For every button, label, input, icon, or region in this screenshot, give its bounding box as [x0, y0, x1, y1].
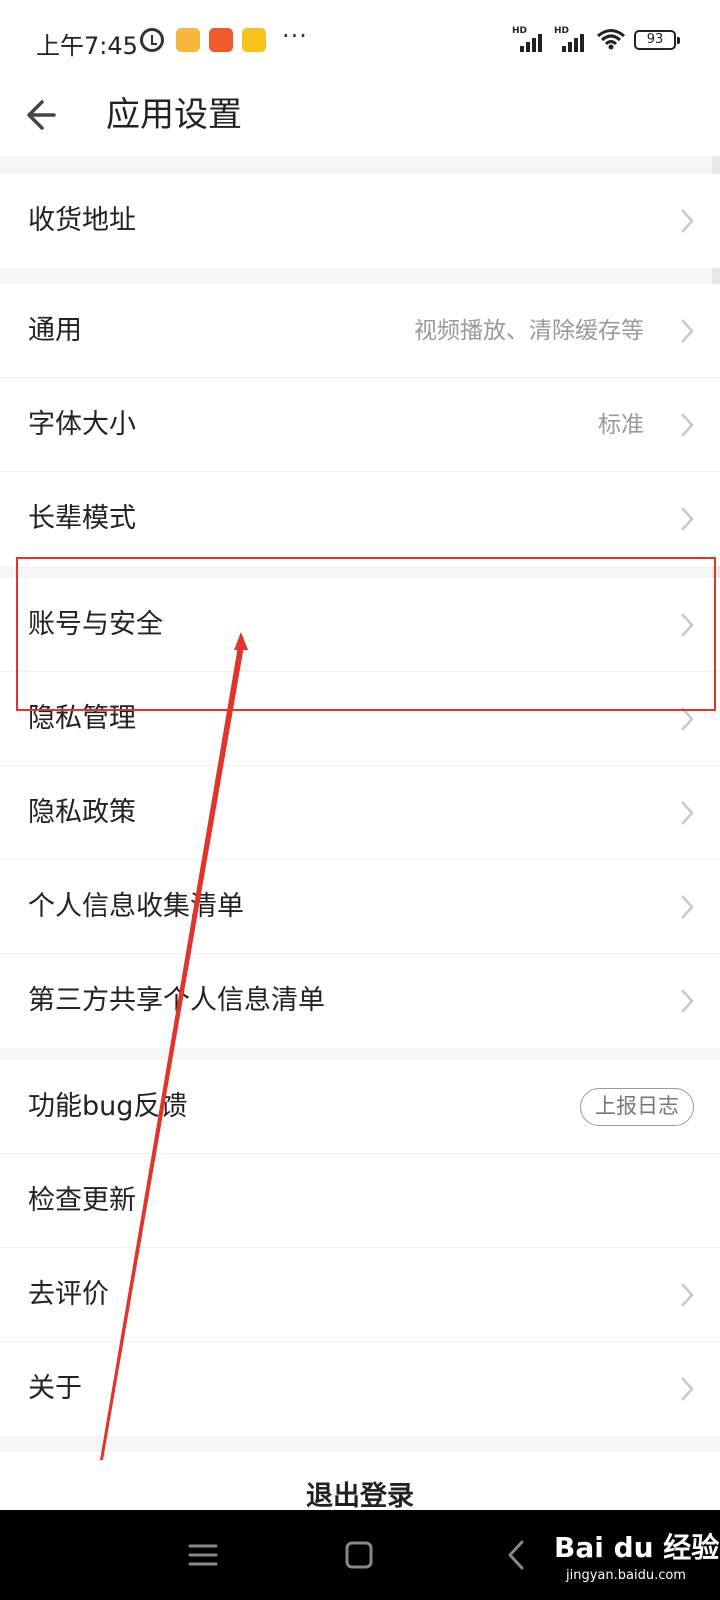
row-label: 隐私政策: [28, 797, 136, 828]
row-label: 去评价: [28, 1279, 109, 1310]
row-label: 长辈模式: [28, 503, 136, 534]
chevron-right-icon: [681, 1377, 694, 1401]
alarm-icon: [140, 28, 164, 52]
settings-group-privacy: 账号与安全 隐私管理 隐私政策 个人信息收集清单 第三方共享个人信息清单: [0, 578, 720, 1048]
settings-list: 收货地址 通用 视频播放、清除缓存等 字体大小 标准 长辈模式 账号与安全 隐私…: [0, 156, 720, 1512]
system-nav-bar: Bai du 经验 jingyan.baidu.com: [0, 1510, 720, 1600]
home-icon[interactable]: [334, 1530, 384, 1580]
row-label: 关于: [28, 1373, 82, 1404]
logout-section: 退出登录: [0, 1452, 720, 1512]
chevron-right-icon: [681, 895, 694, 919]
row-label: 字体大小: [28, 409, 136, 440]
weibo-app-icon: [242, 28, 266, 52]
wifi-icon: [597, 29, 625, 50]
chevron-right-icon: [681, 707, 694, 731]
row-value: 视频播放、清除缓存等: [414, 318, 644, 344]
chevron-right-icon: [681, 613, 694, 637]
chevron-right-icon: [681, 319, 694, 343]
row-value: 标准: [598, 412, 644, 438]
video-app-icon: [209, 28, 233, 52]
row-about[interactable]: 关于: [0, 1342, 720, 1436]
row-privacy-management[interactable]: 隐私管理: [0, 672, 720, 766]
notes-app-icon: [176, 28, 200, 52]
more-notifications-icon: ···: [282, 22, 308, 50]
row-personal-info-list[interactable]: 个人信息收集清单: [0, 860, 720, 954]
row-shipping-address[interactable]: 收货地址: [0, 174, 720, 268]
chevron-right-icon: [681, 209, 694, 233]
battery-icon: 93: [634, 30, 680, 50]
row-label: 通用: [28, 315, 82, 346]
row-rate-app[interactable]: 去评价: [0, 1248, 720, 1342]
row-label: 功能bug反馈: [28, 1091, 188, 1122]
row-elder-mode[interactable]: 长辈模式: [0, 472, 720, 566]
row-label: 个人信息收集清单: [28, 891, 244, 922]
row-label: 账号与安全: [28, 609, 163, 640]
logout-button[interactable]: 退出登录: [0, 1474, 720, 1513]
baidu-jingyan-watermark: Bai du 经验 jingyan.baidu.com: [548, 1520, 720, 1590]
row-label: 收货地址: [28, 205, 136, 236]
row-bug-feedback[interactable]: 功能bug反馈 上报日志: [0, 1060, 720, 1154]
signal-hd-icon: HD: [512, 26, 546, 52]
upload-log-button[interactable]: 上报日志: [580, 1088, 694, 1126]
back-arrow-icon[interactable]: [24, 90, 64, 140]
row-privacy-policy[interactable]: 隐私政策: [0, 766, 720, 860]
row-general[interactable]: 通用 视频播放、清除缓存等: [0, 284, 720, 378]
settings-group-about: 功能bug反馈 上报日志 检查更新 去评价 关于: [0, 1060, 720, 1436]
watermark-brand: Bai du 经验: [554, 1531, 720, 1564]
chevron-right-icon: [681, 413, 694, 437]
row-font-size[interactable]: 字体大小 标准: [0, 378, 720, 472]
back-nav-icon[interactable]: [492, 1530, 542, 1580]
row-label: 隐私管理: [28, 703, 136, 734]
chevron-right-icon: [681, 507, 694, 531]
row-check-update[interactable]: 检查更新: [0, 1154, 720, 1248]
signal-hd-2-icon: HD: [554, 26, 588, 52]
app-header: 应用设置: [0, 80, 720, 156]
chevron-right-icon: [681, 801, 694, 825]
row-third-party-sharing[interactable]: 第三方共享个人信息清单: [0, 954, 720, 1048]
chevron-right-icon: [681, 1283, 694, 1307]
watermark-url: jingyan.baidu.com: [566, 1568, 686, 1583]
row-label: 检查更新: [28, 1185, 136, 1216]
page-title: 应用设置: [106, 95, 242, 135]
row-account-security[interactable]: 账号与安全: [0, 578, 720, 672]
menu-icon[interactable]: [178, 1530, 228, 1580]
status-bar: 上午7:45 ··· HD HD 93: [0, 0, 720, 80]
chevron-right-icon: [681, 989, 694, 1013]
status-time: 上午7:45: [36, 32, 138, 60]
settings-group-address: 收货地址: [0, 174, 720, 268]
settings-group-general: 通用 视频播放、清除缓存等 字体大小 标准 长辈模式: [0, 284, 720, 566]
row-label: 第三方共享个人信息清单: [28, 985, 325, 1016]
